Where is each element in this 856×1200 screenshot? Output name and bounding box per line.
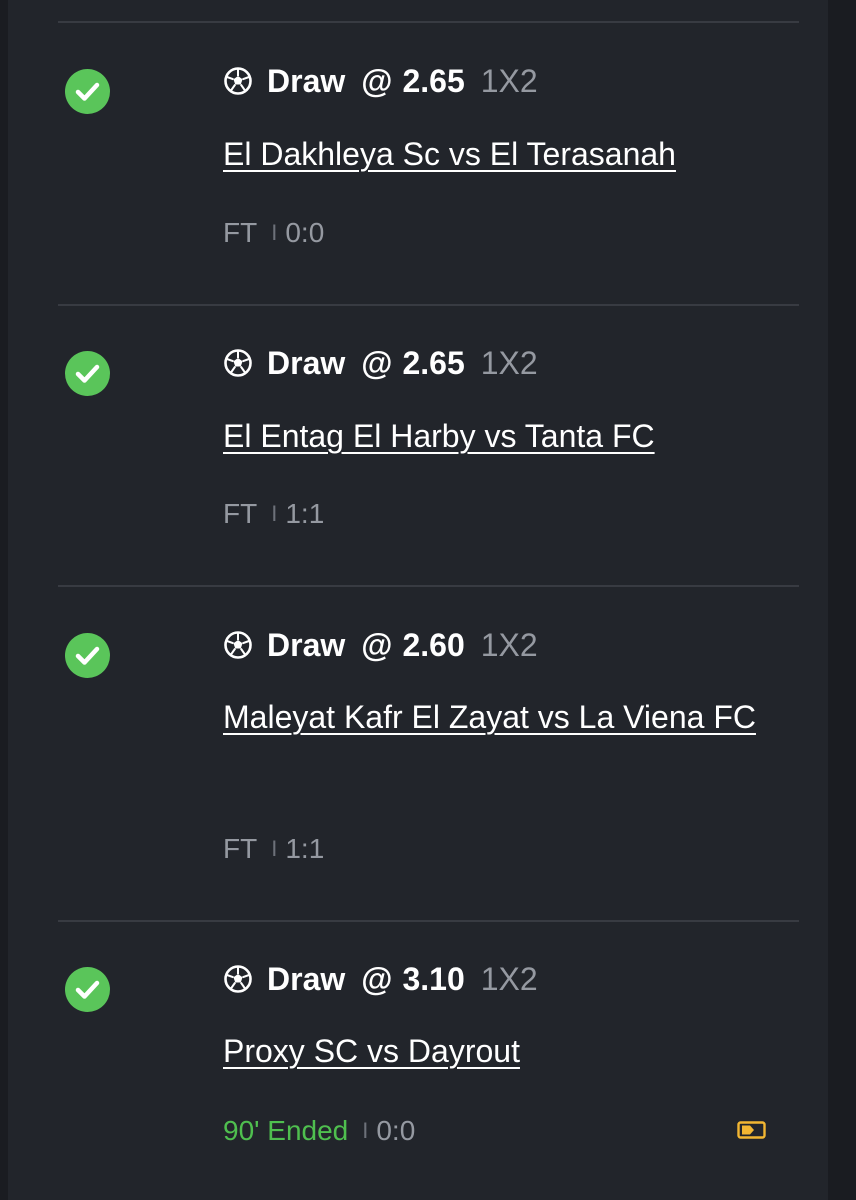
bet-selection: Draw @ 3.10 1X2 — [223, 959, 538, 999]
separator: I — [271, 836, 278, 861]
match-score: 1:1 — [285, 498, 325, 529]
market-label: 1X2 — [480, 626, 538, 663]
bet-selection: Draw @ 2.60 1X2 — [223, 625, 538, 665]
at-symbol: @ — [361, 344, 393, 381]
soccer-ball-icon — [224, 965, 252, 993]
check-circle-icon — [65, 351, 110, 396]
separator: I — [271, 501, 278, 526]
check-circle-icon — [65, 69, 110, 114]
match-status: FT — [223, 498, 258, 529]
at-symbol: @ — [361, 62, 393, 99]
match-status-row: FT I 0:0 — [223, 215, 324, 251]
check-circle-icon — [65, 633, 110, 678]
left-gutter — [0, 0, 8, 1200]
bet-selection: Draw @ 2.65 1X2 — [223, 61, 538, 101]
match-status: 90' Ended — [223, 1115, 349, 1146]
odds-value: 2.65 — [402, 62, 465, 99]
match-status: FT — [223, 833, 258, 864]
soccer-ball-icon — [224, 67, 252, 95]
match-status-row: 90' Ended I 0:0 — [223, 1113, 415, 1149]
pick-label: Draw — [267, 62, 346, 99]
match-link[interactable]: Proxy SC vs Dayrout — [223, 1025, 783, 1078]
divider — [58, 920, 799, 922]
pick-label: Draw — [267, 960, 346, 997]
match-link[interactable]: El Entag El Harby vs Tanta FC — [223, 410, 783, 463]
divider — [58, 304, 799, 306]
match-status-row: FT I 1:1 — [223, 831, 324, 867]
right-gutter — [828, 0, 856, 1200]
separator: I — [271, 220, 278, 245]
market-label: 1X2 — [480, 62, 538, 99]
bet-history-panel: Draw @ 2.65 1X2 El Dakhleya Sc vs El Ter… — [0, 0, 856, 1200]
at-symbol: @ — [361, 960, 393, 997]
odds-value: 2.65 — [402, 344, 465, 381]
match-link[interactable]: Maleyat Kafr El Zayat vs La Viena FC — [223, 691, 783, 744]
pick-label: Draw — [267, 626, 346, 663]
divider — [58, 21, 799, 23]
at-symbol: @ — [361, 626, 393, 663]
match-status: FT — [223, 217, 258, 248]
check-circle-icon — [65, 967, 110, 1012]
ticket-tag-icon[interactable] — [737, 1121, 766, 1139]
pick-label: Draw — [267, 344, 346, 381]
divider — [58, 585, 799, 587]
odds-value: 3.10 — [402, 960, 465, 997]
soccer-ball-icon — [224, 349, 252, 377]
match-score: 0:0 — [376, 1115, 416, 1146]
soccer-ball-icon — [224, 631, 252, 659]
odds-value: 2.60 — [402, 626, 465, 663]
market-label: 1X2 — [480, 344, 538, 381]
match-score: 0:0 — [285, 217, 325, 248]
bet-selection: Draw @ 2.65 1X2 — [223, 343, 538, 383]
match-score: 1:1 — [285, 833, 325, 864]
match-status-row: FT I 1:1 — [223, 496, 324, 532]
match-link[interactable]: El Dakhleya Sc vs El Terasanah — [223, 128, 783, 181]
market-label: 1X2 — [480, 960, 538, 997]
separator: I — [362, 1118, 369, 1143]
